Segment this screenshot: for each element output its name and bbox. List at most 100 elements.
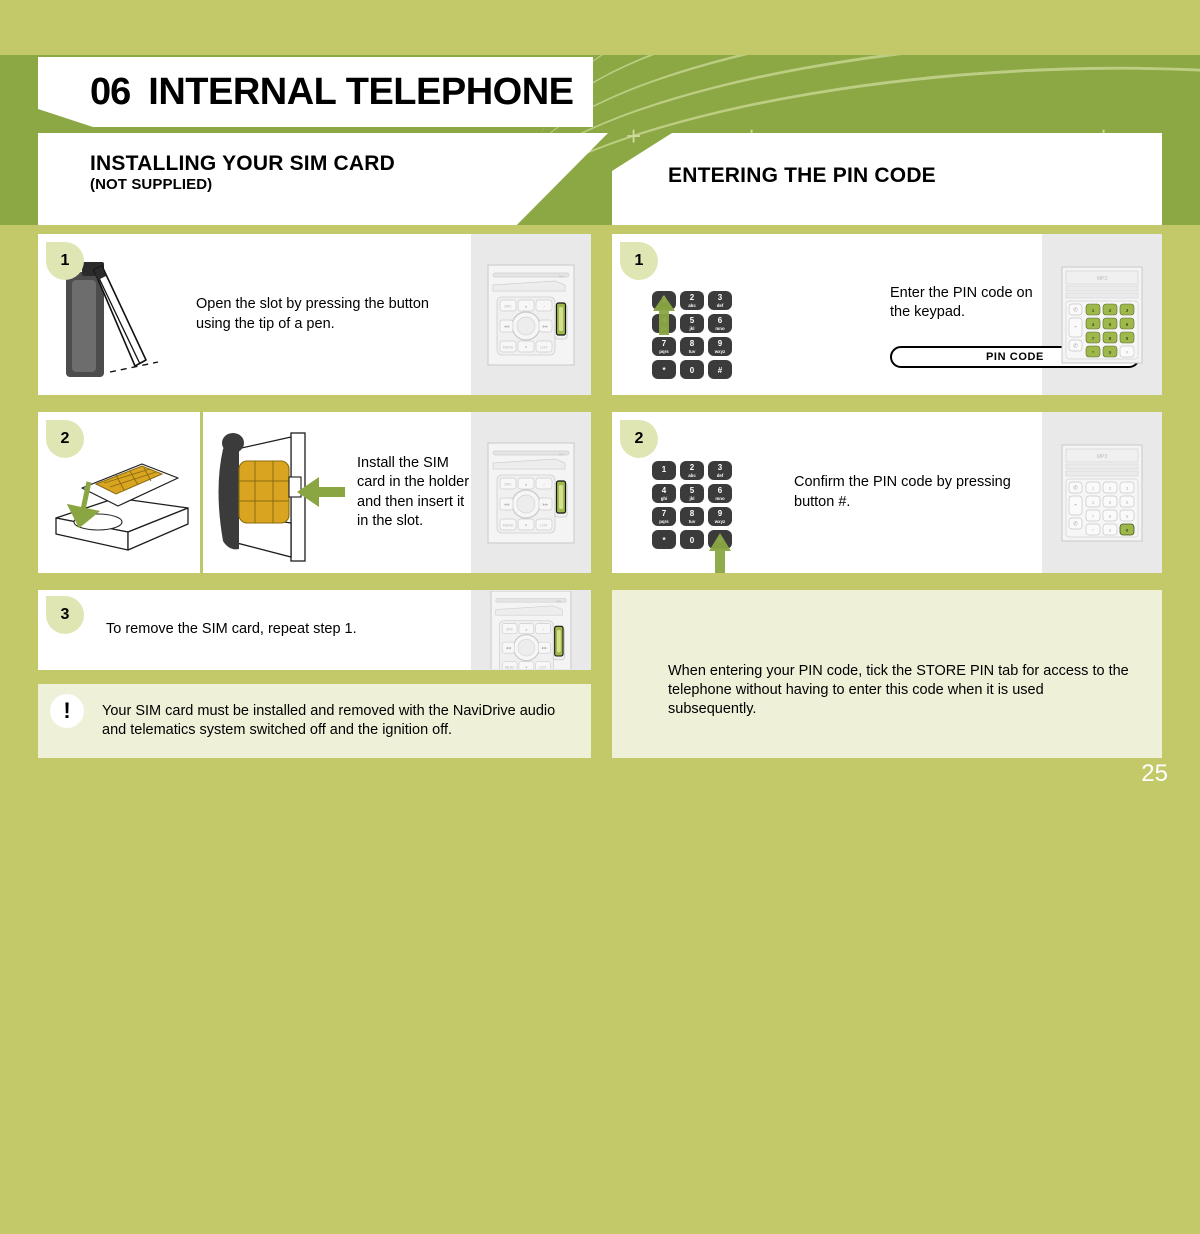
svg-text:9: 9 bbox=[1126, 336, 1129, 341]
svg-text:▼: ▼ bbox=[525, 666, 528, 669]
sim-warning-note: ! Your SIM card must be installed and re… bbox=[38, 684, 591, 758]
step-badge-1: 1 bbox=[46, 242, 84, 280]
section-title-sim: INSTALLING YOUR SIM CARD bbox=[90, 152, 396, 175]
step-badge-2: 2 bbox=[46, 420, 84, 458]
svg-text:✆: ✆ bbox=[1073, 520, 1078, 527]
svg-text:▶▶: ▶▶ bbox=[542, 646, 548, 650]
svg-text:abc: abc bbox=[688, 473, 696, 478]
svg-text:9: 9 bbox=[718, 339, 723, 348]
svg-text:LIST: LIST bbox=[540, 345, 548, 349]
step-badge-pin-2: 2 bbox=[620, 420, 658, 458]
svg-text:▲: ▲ bbox=[525, 627, 528, 631]
svg-text:4: 4 bbox=[662, 486, 667, 495]
svg-text:#: # bbox=[1126, 350, 1129, 355]
svg-text:MP3: MP3 bbox=[1097, 454, 1108, 460]
svg-text:✆: ✆ bbox=[1073, 342, 1078, 349]
svg-text:mno: mno bbox=[715, 496, 725, 501]
svg-text:2: 2 bbox=[1109, 308, 1112, 313]
svg-text:3: 3 bbox=[1126, 308, 1129, 313]
svg-text:7: 7 bbox=[1092, 336, 1095, 341]
phone-keypad-illustration: 1 2abc 3def 4ghi 5jkl 6mno 7pqrs 8tuv 9w… bbox=[650, 459, 742, 573]
svg-text:✆: ✆ bbox=[1073, 484, 1078, 491]
svg-text:9: 9 bbox=[1126, 514, 1129, 519]
svg-text:2: 2 bbox=[690, 463, 695, 472]
svg-text:abc: abc bbox=[688, 303, 696, 308]
svg-text:MENU: MENU bbox=[503, 345, 514, 349]
svg-text:9: 9 bbox=[718, 509, 723, 518]
svg-text:3: 3 bbox=[718, 293, 723, 302]
right-step-1-text: Enter the PIN code on the keypad. bbox=[890, 285, 1033, 321]
left-step-3-panel: 3 To remove the SIM card, repeat step 1. bbox=[38, 590, 591, 670]
section-header-right: ENTERING THE PIN CODE bbox=[612, 133, 1162, 225]
svg-text:7: 7 bbox=[662, 509, 667, 518]
navidrive-radio-fascia-icon: SRC ▲ ♪ ◀◀ ▶▶ MENU ▼ LIST SIM bbox=[485, 591, 577, 669]
svg-text:5: 5 bbox=[690, 316, 695, 325]
svg-text:6: 6 bbox=[1126, 500, 1129, 505]
step-badge-3: 3 bbox=[46, 596, 84, 634]
svg-text:▲: ▲ bbox=[524, 482, 528, 486]
left-step-1-fascia-area: SRC ▲ ♪ ◀◀ ▶▶ MENU ▼ LIST SIM bbox=[471, 234, 591, 395]
svg-text:8: 8 bbox=[1109, 336, 1112, 341]
svg-text:1: 1 bbox=[662, 465, 667, 474]
svg-text:mno: mno bbox=[715, 326, 725, 331]
svg-text:✆: ✆ bbox=[1073, 306, 1078, 313]
svg-text:tuv: tuv bbox=[689, 349, 696, 354]
svg-text:1: 1 bbox=[1092, 308, 1095, 313]
warning-exclamation-icon: ! bbox=[50, 694, 84, 728]
left-step-3-fascia-area: SRC ▲ ♪ ◀◀ ▶▶ MENU ▼ LIST SIM bbox=[471, 590, 591, 670]
svg-text:⌃: ⌃ bbox=[1073, 503, 1078, 510]
svg-text:0: 0 bbox=[690, 366, 695, 375]
right-step-2-body: 2 1 2 abc 3 def 4 ghi 5 jkl 6 mno 7 pqrs… bbox=[612, 412, 1042, 573]
svg-text:5: 5 bbox=[1109, 500, 1112, 505]
section-subtitle-sim: (NOT SUPPLIED) bbox=[90, 176, 213, 194]
left-step-1-body: 1 Open the slot by pressing the button u… bbox=[38, 234, 471, 395]
svg-text:MENU: MENU bbox=[505, 666, 515, 669]
svg-text:pqrs: pqrs bbox=[659, 519, 669, 524]
sim-warning-text: Your SIM card must be installed and remo… bbox=[102, 703, 556, 739]
svg-text:♪: ♪ bbox=[543, 482, 545, 486]
svg-text:8: 8 bbox=[690, 339, 695, 348]
svg-text:2: 2 bbox=[690, 293, 695, 302]
left-step-1-text: Open the slot by pressing the button usi… bbox=[196, 296, 429, 332]
chapter-title: INTERNAL TELEPHONE bbox=[148, 70, 574, 113]
svg-text:6: 6 bbox=[1126, 322, 1129, 327]
navidrive-radio-fascia-icon: SRC ▲ ♪ ◀◀ ▶▶ MENU ▼ LIST SIM bbox=[485, 259, 577, 371]
svg-text:5: 5 bbox=[1109, 322, 1112, 327]
svg-text:0: 0 bbox=[690, 536, 695, 545]
svg-text:4: 4 bbox=[1092, 322, 1095, 327]
left-step-1-panel: 1 Open the slot by pressing the button u… bbox=[38, 234, 591, 395]
pin-code-label: PIN CODE bbox=[986, 351, 1044, 363]
right-step-2-text: Confirm the PIN code by pressing button … bbox=[794, 474, 1011, 510]
section-header-left: INSTALLING YOUR SIM CARD (NOT SUPPLIED) bbox=[38, 133, 608, 225]
left-step-3-text: To remove the SIM card, repeat step 1. bbox=[106, 621, 357, 638]
svg-text:0: 0 bbox=[1109, 350, 1112, 355]
svg-text:jkl: jkl bbox=[689, 496, 695, 501]
right-step-1-fascia-area: MP3 ✆ ⌃ ✆ 1 2 3 4 5 6 7 8 9 * 0 # bbox=[1042, 234, 1162, 395]
svg-text:▼: ▼ bbox=[524, 523, 528, 527]
svg-text:#: # bbox=[718, 366, 723, 375]
svg-text:MENU: MENU bbox=[503, 523, 514, 527]
svg-text:3: 3 bbox=[718, 463, 723, 472]
svg-text:SIM: SIM bbox=[558, 452, 564, 456]
mp3-telephone-keypad-fascia-icon: MP3 ✆ ⌃ ✆ 1 2 3 4 5 6 7 8 9 * 0 # bbox=[1056, 437, 1148, 549]
svg-text:*: * bbox=[1092, 528, 1094, 533]
left-step-2-fascia-area: SRC ▲ ♪ ◀◀ ▶▶ MENU ▼ LIST SIM bbox=[471, 412, 591, 573]
right-step-1-body: 1 1 bbox=[612, 234, 1140, 395]
left-step-3-body: 3 To remove the SIM card, repeat step 1. bbox=[38, 590, 471, 670]
pin-tip-note: When entering your PIN code, tick the ST… bbox=[612, 590, 1162, 758]
mp3-telephone-keypad-fascia-icon: MP3 ✆ ⌃ ✆ 1 2 3 4 5 6 7 8 9 * 0 # bbox=[1056, 259, 1148, 371]
chapter-number: 06 bbox=[90, 70, 131, 113]
svg-text:SIM: SIM bbox=[558, 274, 564, 278]
svg-text:jkl: jkl bbox=[689, 326, 695, 331]
chapter-title-plate: 06 INTERNAL TELEPHONE bbox=[38, 57, 593, 127]
left-step-2-illustration-a: 2 bbox=[38, 412, 203, 573]
svg-text:▼: ▼ bbox=[524, 345, 528, 349]
svg-text:6: 6 bbox=[718, 486, 723, 495]
svg-text:◀◀: ◀◀ bbox=[506, 646, 512, 650]
svg-text:2: 2 bbox=[1109, 486, 1112, 491]
left-step-2-body: Install the SIM card in the holder and t… bbox=[203, 412, 471, 573]
svg-text:MP3: MP3 bbox=[1097, 276, 1108, 282]
pin-tip-text: When entering your PIN code, tick the ST… bbox=[668, 663, 1129, 718]
svg-text:LIST: LIST bbox=[540, 523, 548, 527]
svg-text:7: 7 bbox=[1092, 514, 1095, 519]
